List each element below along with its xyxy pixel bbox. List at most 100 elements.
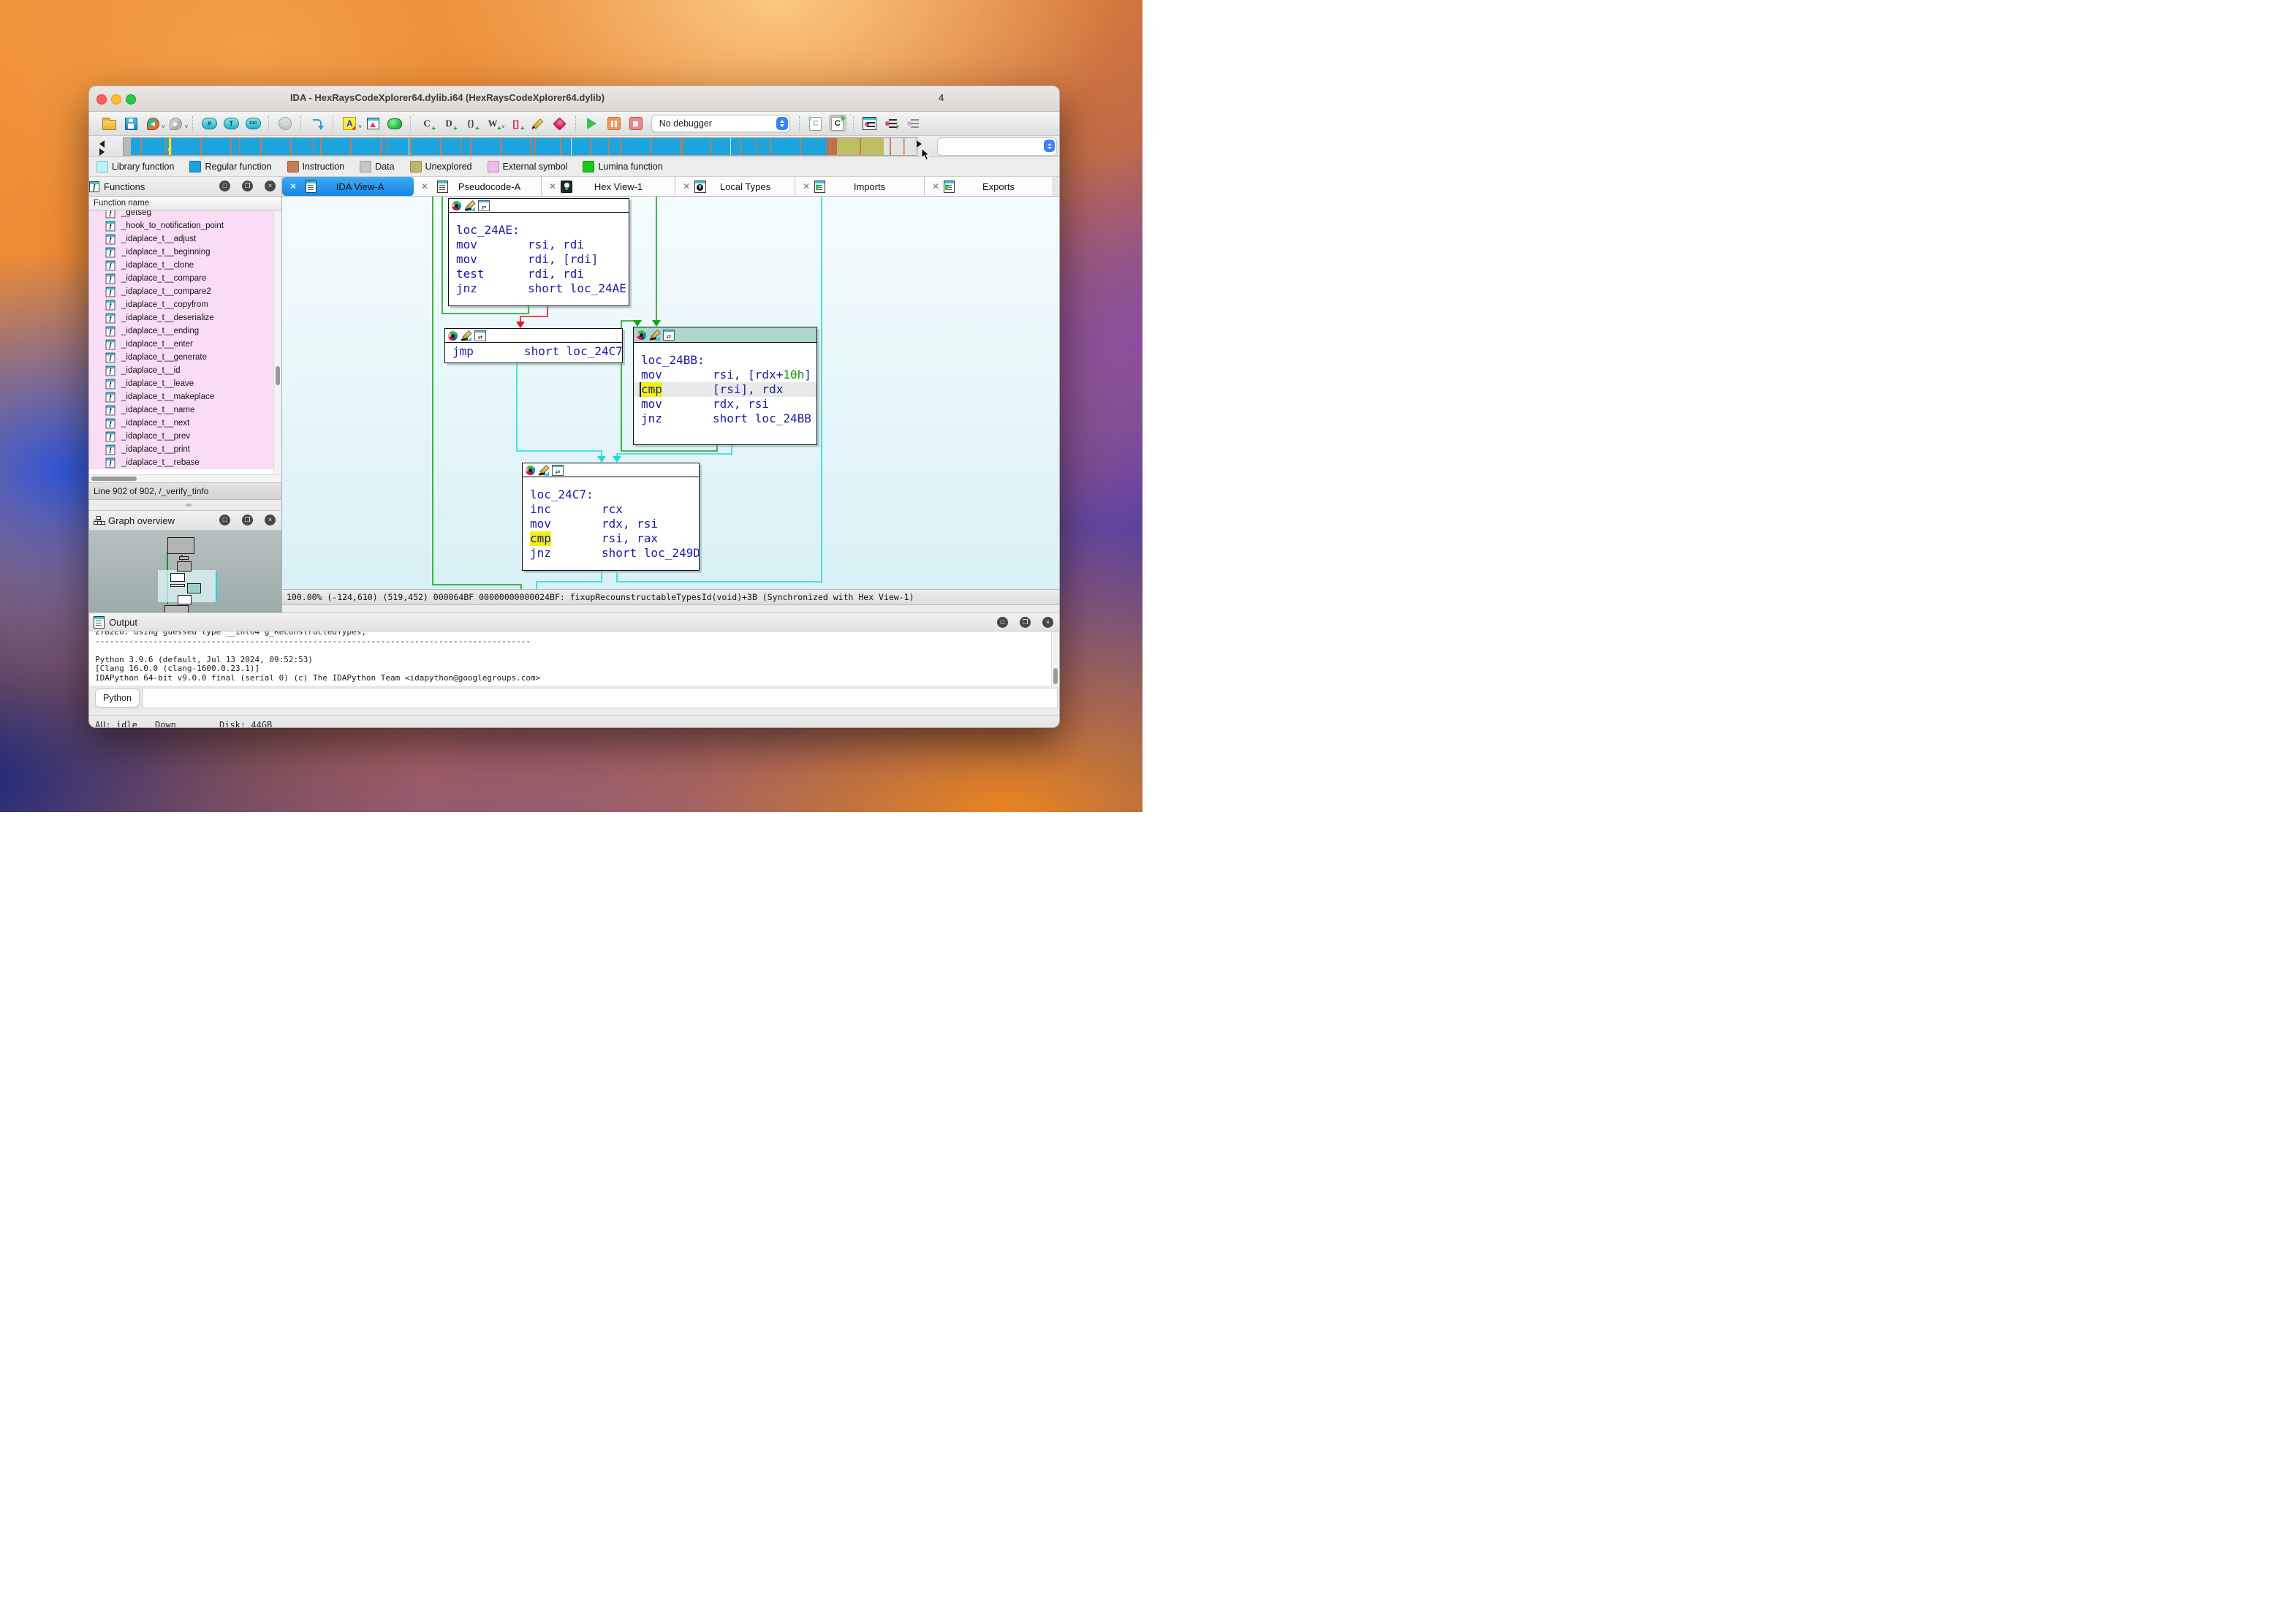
tab-close-icon[interactable]: ✕ <box>549 181 556 191</box>
function-list-item[interactable]: f_idaplace_t__beginning <box>89 246 274 259</box>
functions-dock-button[interactable]: □ <box>219 181 230 191</box>
tab-close-icon[interactable]: ✕ <box>421 181 428 191</box>
jump-address-icon[interactable]: # <box>200 115 218 132</box>
debugger-select[interactable]: No debugger <box>651 115 790 132</box>
navigate-back-icon[interactable]: ◀ <box>144 115 162 132</box>
function-list-item[interactable]: f_idaplace_t__adjust <box>89 232 274 246</box>
function-list-hscrollbar[interactable] <box>89 474 281 482</box>
function-list[interactable]: f_getsegf_hook_to_notification_pointf_id… <box>89 210 281 474</box>
function-list-item[interactable]: f_idaplace_t__print <box>89 443 274 456</box>
instruction-line[interactable]: mov rdi, [rdi] <box>449 252 629 267</box>
function-list-item[interactable]: f_idaplace_t__generate <box>89 351 274 364</box>
breakpoint-add-icon[interactable]: + <box>883 115 901 132</box>
instruction-line[interactable]: test rdi, rdi <box>449 267 629 281</box>
instruction-line[interactable]: cmp rsi, rax <box>523 531 699 546</box>
panel-splitter[interactable] <box>89 500 281 510</box>
function-list-item[interactable]: f_idaplace_t__prev <box>89 430 274 443</box>
debugger-start-icon[interactable] <box>583 115 601 132</box>
tab-close-icon[interactable]: ✕ <box>289 181 297 191</box>
navband-left-arrow2[interactable] <box>99 148 105 156</box>
basic-block[interactable]: ⇄ loc_24AE: mov rsi, rdi mov rdi, [rdi] … <box>448 198 629 306</box>
color-wheel-icon[interactable] <box>637 330 646 340</box>
text-options-icon[interactable]: A <box>341 115 358 132</box>
overview-dock-button[interactable]: □ <box>219 515 230 525</box>
function-list-item[interactable]: f_idaplace_t__next <box>89 417 274 430</box>
output-close-button[interactable]: × <box>1042 617 1053 628</box>
python-command-input[interactable] <box>143 688 1058 708</box>
continue-process-icon[interactable]: C <box>829 115 846 132</box>
graph-overview-minimap[interactable] <box>89 531 281 612</box>
lumina-icon[interactable] <box>386 115 403 132</box>
save-icon[interactable] <box>122 115 140 132</box>
block-header[interactable]: ⇄ <box>634 327 816 343</box>
output-vscrollbar[interactable] <box>1051 631 1059 686</box>
navigation-band[interactable] <box>123 137 917 156</box>
navband-left-arrow[interactable] <box>99 140 105 148</box>
group-nodes-icon[interactable]: ⇄ <box>663 330 675 341</box>
jump-operand-icon[interactable] <box>308 115 326 132</box>
step-into-disabled-icon[interactable]: C <box>807 115 825 132</box>
overview-close-button[interactable]: × <box>265 515 276 525</box>
close-window-button[interactable] <box>96 94 107 105</box>
overview-float-button[interactable]: ❒ <box>242 515 253 525</box>
function-list-item[interactable]: f_idaplace_t__compare2 <box>89 285 274 298</box>
navband-search-combo[interactable] <box>937 137 1057 156</box>
edit-pencil-icon[interactable] <box>539 466 548 475</box>
block-header[interactable]: ⇄ <box>449 199 629 213</box>
breakpoint-edit-disabled-icon[interactable] <box>905 115 922 132</box>
block-header[interactable]: ⇄ <box>445 329 622 343</box>
group-nodes-icon[interactable]: ⇄ <box>474 330 486 341</box>
python-interpreter-chip[interactable]: Python <box>95 688 140 707</box>
group-nodes-icon[interactable]: ⇄ <box>552 465 564 476</box>
add-array-icon[interactable]: []+ <box>507 115 525 132</box>
navband-right-arrow[interactable] <box>917 140 922 148</box>
edit-pencil-icon[interactable] <box>650 330 659 340</box>
tab-exports[interactable]: ✕Exports <box>925 177 1053 196</box>
block-header[interactable]: ⇄ <box>523 463 699 477</box>
jump-name-icon[interactable]: T <box>222 115 240 132</box>
tab-imports[interactable]: ✕Imports <box>795 177 925 196</box>
function-list-vscrollbar[interactable] <box>273 210 281 474</box>
edit-pencil-icon[interactable] <box>529 115 547 132</box>
function-list-item[interactable]: f_idaplace_t__ending <box>89 325 274 338</box>
edit-pencil-icon[interactable] <box>465 201 474 210</box>
instruction-line[interactable]: mov rsi, rdi <box>449 238 629 252</box>
tab-close-icon[interactable]: ✕ <box>803 181 810 191</box>
color-wheel-icon[interactable] <box>448 331 458 341</box>
output-float-button[interactable]: ❒ <box>1020 617 1031 628</box>
function-list-item[interactable]: f_idaplace_t__compare <box>89 272 274 285</box>
tab-pseudocode-a[interactable]: ✕Pseudocode-A <box>414 177 542 196</box>
instruction-line[interactable]: jnz short loc_24BB <box>634 411 816 426</box>
color-wheel-icon[interactable] <box>452 201 461 210</box>
output-dock-button[interactable]: □ <box>997 617 1008 628</box>
instruction-line[interactable]: mov rdx, rsi <box>634 397 816 411</box>
function-list-item[interactable]: f_idaplace_t__copyfrom <box>89 298 274 311</box>
instruction-line[interactable]: jmp short loc_24C7 <box>445 344 622 359</box>
function-list-item[interactable]: f_idaplace_t__deserialize <box>89 311 274 325</box>
function-list-item[interactable]: f_idaplace_t__enter <box>89 338 274 351</box>
tab-ida-view-a[interactable]: ✕IDA View-A <box>282 177 414 196</box>
function-list-item[interactable]: f_idaplace_t__name <box>89 403 274 417</box>
function-list-item[interactable]: f_idaplace_t__makeplace <box>89 390 274 403</box>
function-list-item[interactable]: f_getseg <box>89 210 274 219</box>
navigate-forward-icon[interactable]: ▶ <box>167 115 185 132</box>
jump-xref-disabled-icon[interactable]: → <box>276 115 294 132</box>
basic-block[interactable]: ⇄ loc_24BB: mov rsi, [rdx+10h] cmp [rsi]… <box>633 327 817 445</box>
open-file-icon[interactable] <box>100 115 118 132</box>
group-nodes-icon[interactable]: ⇄ <box>478 200 490 211</box>
functions-close-button[interactable]: × <box>265 181 276 191</box>
add-data-icon[interactable]: D+ <box>440 115 458 132</box>
functions-float-button[interactable]: ❒ <box>242 181 253 191</box>
add-struct-icon[interactable]: {}+ <box>462 115 480 132</box>
breakpoint-list-icon[interactable] <box>861 115 879 132</box>
instruction-line[interactable]: jnz short loc_24AE <box>449 281 629 296</box>
function-list-item[interactable]: f_idaplace_t__rebase <box>89 456 274 469</box>
function-list-item[interactable]: f_idaplace_t__clone <box>89 259 274 272</box>
basic-block[interactable]: ⇄ jmp short loc_24C7 <box>444 328 623 363</box>
function-name-column-header[interactable]: Function name <box>89 197 281 210</box>
tab-local-types[interactable]: ✕0Local Types <box>675 177 795 196</box>
output-console[interactable]: 27B2E0: using guessed type __int64 g_Rec… <box>89 631 1059 686</box>
instruction-line[interactable]: jnz short loc_249D <box>523 546 699 561</box>
instruction-line[interactable]: mov rdx, rsi <box>523 517 699 531</box>
graph-canvas[interactable]: ⇄ loc_24AE: mov rsi, rdi mov rdi, [rdi] … <box>282 197 1059 589</box>
